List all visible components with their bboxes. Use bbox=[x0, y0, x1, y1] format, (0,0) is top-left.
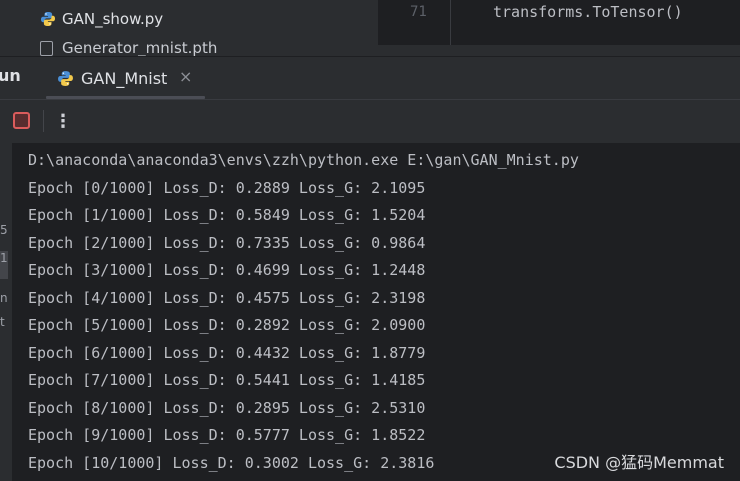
console-line: Epoch [0/1000] Loss_D: 0.2889 Loss_G: 2.… bbox=[28, 178, 426, 197]
tree-item-label: GAN_show.py bbox=[62, 10, 164, 28]
side-glyph: n bbox=[0, 291, 8, 305]
close-icon[interactable]: × bbox=[179, 67, 192, 87]
code-editor[interactable]: 71 transforms.ToTensor() bbox=[378, 0, 740, 45]
stop-button[interactable] bbox=[13, 112, 30, 129]
console-line: Epoch [9/1000] Loss_D: 0.5777 Loss_G: 1.… bbox=[28, 426, 426, 444]
more-options-icon[interactable]: ⋮ bbox=[54, 108, 72, 134]
console-output[interactable]: 5 1 n t D:\anaconda\anaconda3\envs\zzh\p… bbox=[0, 143, 740, 481]
python-icon bbox=[58, 70, 73, 86]
python-icon bbox=[41, 12, 55, 26]
console-line: D:\anaconda\anaconda3\envs\zzh\python.ex… bbox=[28, 151, 579, 169]
file-icon bbox=[40, 40, 53, 56]
run-tool-window-header: un GAN_Mnist × bbox=[0, 57, 740, 99]
side-glyph[interactable]: 1 bbox=[0, 251, 8, 279]
toolbar-separator bbox=[43, 110, 44, 132]
tab-gan-mnist[interactable]: GAN_Mnist × bbox=[46, 57, 206, 99]
tool-window-title: un bbox=[0, 66, 21, 85]
console-lines: D:\anaconda\anaconda3\envs\zzh\python.ex… bbox=[28, 147, 579, 477]
code-line: transforms.ToTensor() bbox=[493, 3, 683, 21]
console-line: Epoch [2/1000] Loss_D: 0.7335 Loss_G: 0.… bbox=[28, 233, 426, 252]
side-toolbar-strip: 5 1 n t bbox=[0, 143, 12, 481]
console-line: Epoch [8/1000] Loss_D: 0.2895 Loss_G: 2.… bbox=[28, 398, 426, 417]
console-line: Epoch [7/1000] Loss_D: 0.5441 Loss_G: 1.… bbox=[28, 371, 426, 389]
side-glyph: t bbox=[0, 315, 5, 329]
tree-item-generator-pth[interactable]: Generator_mnist.pth bbox=[40, 36, 217, 57]
console-line: Epoch [6/1000] Loss_D: 0.4432 Loss_G: 1.… bbox=[28, 343, 426, 362]
console-line: Epoch [3/1000] Loss_D: 0.4699 Loss_G: 1.… bbox=[28, 261, 426, 279]
project-editor-strip: GAN_show.py Generator_mnist.pth 71 trans… bbox=[0, 0, 740, 57]
console-line: Epoch [5/1000] Loss_D: 0.2892 Loss_G: 2.… bbox=[28, 316, 426, 334]
console-line: Epoch [1/1000] Loss_D: 0.5849 Loss_G: 1.… bbox=[28, 206, 426, 224]
tree-item-gan-show[interactable]: GAN_show.py bbox=[40, 7, 163, 31]
console-line: Epoch [4/1000] Loss_D: 0.4575 Loss_G: 2.… bbox=[28, 288, 426, 307]
tab-label: GAN_Mnist bbox=[81, 68, 168, 88]
line-number: 71 bbox=[410, 4, 427, 20]
tree-item-label: Generator_mnist.pth bbox=[62, 39, 218, 57]
run-toolbar: ⋮ bbox=[0, 100, 740, 142]
watermark: CSDN @猛码Memmat bbox=[554, 453, 724, 472]
side-glyph: 5 bbox=[0, 223, 8, 237]
gutter-divider bbox=[450, 0, 451, 45]
console-line: Epoch [10/1000] Loss_D: 0.3002 Loss_G: 2… bbox=[28, 453, 435, 472]
